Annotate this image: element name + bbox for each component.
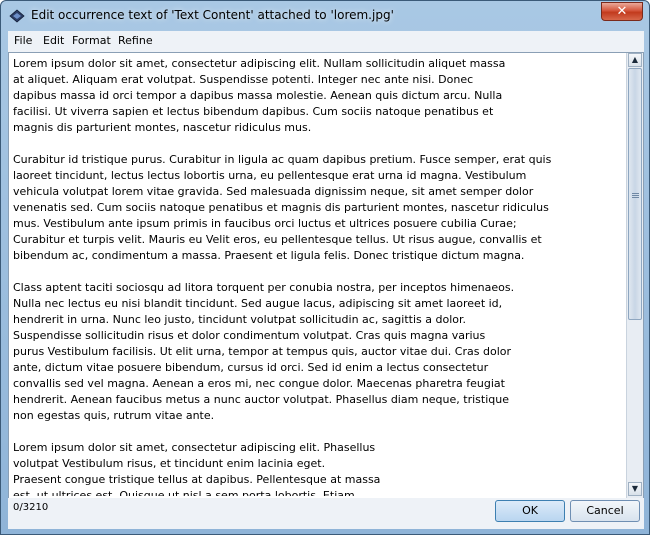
text-line: Praesent congue tristique tellus at dapi… — [13, 473, 381, 486]
menu-refine[interactable]: Refine — [118, 34, 153, 47]
text-line: vehicula volutpat lorem vitae gravida. S… — [13, 185, 534, 198]
text-line: Nulla nec lectus eu nisi blandit tincidu… — [13, 297, 503, 310]
text-line — [13, 424, 623, 440]
text-editor[interactable]: Lorem ipsum dolor sit amet, consectetur … — [13, 56, 623, 496]
vertical-scrollbar[interactable]: ▲ ▼ — [626, 53, 643, 498]
close-icon: ✕ — [616, 4, 628, 19]
menu-format[interactable]: Format — [72, 34, 111, 47]
text-line: volutpat Vestibulum risus, et tincidunt … — [13, 457, 326, 470]
text-line: purus Vestibulum facilisis. Ut elit urna… — [13, 345, 511, 358]
character-counter: 0/3210 — [13, 502, 49, 513]
grip-line — [632, 195, 639, 196]
text-line: mus. Vestibulum ante ipsum primis in fau… — [13, 217, 517, 230]
text-line: hendrerit. Aenean faucibus metus a nunc … — [13, 393, 509, 406]
ok-button[interactable]: OK — [495, 500, 565, 522]
text-line: at aliquet. Aliquam erat volutpat. Suspe… — [13, 73, 474, 86]
grip-line — [632, 197, 639, 198]
title-bar[interactable]: Edit occurrence text of 'Text Content' a… — [1, 1, 649, 31]
text-line: Lorem ipsum dolor sit amet, consectetur … — [13, 57, 506, 70]
text-line: Class aptent taciti sociosqu ad litora t… — [13, 281, 515, 294]
dialog-client-area: File Edit Format Refine Lorem ipsum dolo… — [8, 31, 644, 529]
text-line — [13, 136, 623, 152]
menu-bar: File Edit Format Refine — [8, 31, 644, 51]
text-line — [13, 264, 623, 280]
menu-edit[interactable]: Edit — [43, 34, 64, 47]
text-line: magnis dis parturient montes, nascetur r… — [13, 121, 312, 134]
status-bar: 0/3210 OK Cancel — [8, 498, 644, 529]
cancel-button[interactable]: Cancel — [570, 500, 640, 522]
scroll-down-button[interactable]: ▼ — [628, 482, 642, 496]
text-line: convallis sed vel magna. Aenean a eros m… — [13, 377, 505, 390]
text-editor-pane: Lorem ipsum dolor sit amet, consectetur … — [8, 52, 644, 499]
text-line: laoreet tincidunt, lectus lectus loborti… — [13, 169, 527, 182]
text-line: Lorem ipsum dolor sit amet, consectetur … — [13, 441, 376, 454]
text-line: non egestas quis, rutrum vitae ante. — [13, 409, 215, 422]
menu-file[interactable]: File — [14, 34, 32, 47]
dialog-window: Edit occurrence text of 'Text Content' a… — [0, 0, 650, 535]
text-line: facilisi. Ut viverra sapien et lectus bi… — [13, 105, 494, 118]
text-line: Suspendisse sollicitudin risus et dolor … — [13, 329, 486, 342]
chevron-down-icon: ▼ — [631, 484, 639, 493]
scroll-up-button[interactable]: ▲ — [628, 53, 642, 67]
text-line: dapibus massa id orci tempor a dapibus m… — [13, 89, 503, 102]
window-title: Edit occurrence text of 'Text Content' a… — [31, 8, 394, 22]
text-line: Curabitur id tristique purus. Curabitur … — [13, 153, 552, 166]
text-line: Curabitur et turpis velit. Mauris eu Vel… — [13, 233, 542, 246]
app-icon — [9, 9, 25, 23]
text-line: bibendum ac, condimentum a massa. Praese… — [13, 249, 525, 262]
text-line: hendrerit in urna. Nunc leo justo, tinci… — [13, 313, 466, 326]
grip-line — [632, 193, 639, 194]
text-line: est, ut ultrices est. Quisque ut nisl a … — [13, 489, 355, 496]
scrollbar-thumb[interactable] — [628, 68, 642, 320]
text-line: venenatis sed. Cum sociis natoque penati… — [13, 201, 549, 214]
text-line: ante, dictum vitae posuere bibendum, cur… — [13, 361, 489, 374]
close-button[interactable]: ✕ — [601, 2, 643, 21]
chevron-up-icon: ▲ — [631, 55, 639, 64]
